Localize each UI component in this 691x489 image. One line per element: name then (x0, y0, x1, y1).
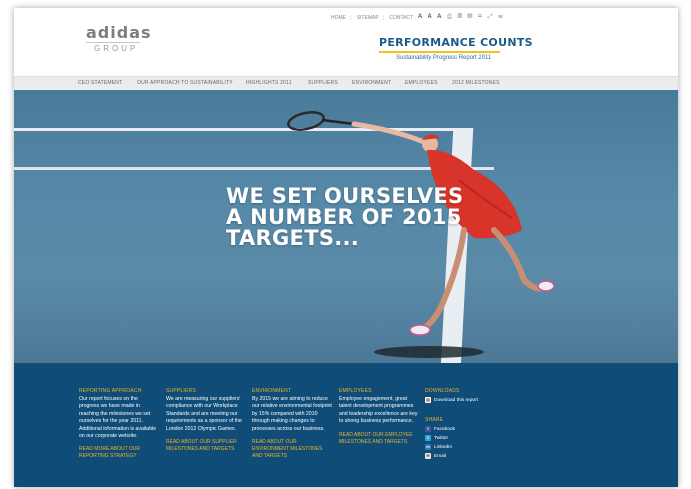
share-label: Twitter (434, 435, 449, 441)
menu-item-ceo-statement[interactable]: CEO STATEMENT (78, 80, 122, 86)
column-heading: EMPLOYEES (339, 388, 372, 394)
pdf-icon: ▤ (425, 397, 431, 403)
menu-item-2012-milestones[interactable]: 2012 MILESTONES (452, 80, 500, 86)
menu-item-our-approach[interactable]: OUR APPROACH TO SUSTAINABILITY (137, 80, 233, 86)
top-link-sitemap[interactable]: SITEMAP (357, 15, 379, 21)
menu-item-employees[interactable]: EMPLOYEES (405, 80, 438, 86)
hero-line-3: TARGETS... (226, 226, 360, 250)
title-underline (379, 51, 500, 53)
share-label: LinkedIn (434, 444, 453, 450)
column-text: By 2015 we are aiming to reduce our rela… (252, 396, 332, 432)
download-label: Download this report (434, 397, 478, 403)
share-label: Facebook (434, 426, 456, 432)
column-link[interactable]: READ ABOUT OUR EMPLOYEE MILESTONES AND T… (339, 432, 419, 446)
hero-line-2: A NUMBER OF 2015 (226, 205, 462, 229)
column-link[interactable]: READ ABOUT OUR SUPPLIER MILESTONES AND T… (166, 439, 246, 453)
menu-item-suppliers[interactable]: SUPPLIERS (308, 80, 338, 86)
download-report-link[interactable]: ▤ Download this report (425, 397, 505, 403)
email-icon: ✉ (425, 453, 431, 459)
adidas-logo[interactable]: adidas (86, 23, 152, 42)
logo-divider (86, 42, 140, 43)
top-nav: HOME | SITEMAP | CONTACT (331, 15, 414, 21)
column-text: We are measuring our suppliers' complian… (166, 396, 242, 432)
downloads-heading: DOWNLOADS (425, 388, 460, 394)
column-link[interactable]: READ MORE ABOUT OUR REPORTING STRATEGY (79, 446, 159, 460)
twitter-icon: t (425, 435, 431, 441)
page-subtitle: Sustainability Progress Report 2011 (396, 55, 492, 61)
column-text: Our report focuses on the progress we ha… (79, 396, 156, 440)
footer-column-environment: ENVIRONMENT By 2015 we are aiming to red… (252, 388, 332, 460)
column-text: Employee engagement, great talent develo… (339, 396, 418, 425)
share-linkedin[interactable]: in LinkedIn (425, 444, 505, 450)
page-title: PERFORMANCE COUNTS (379, 36, 533, 49)
share-label: Email (434, 453, 446, 459)
share-twitter[interactable]: t Twitter (425, 435, 505, 441)
top-link-home[interactable]: HOME (331, 15, 346, 21)
font-size-controls[interactable]: A A A (418, 14, 443, 20)
hero-headline: WE SET OURSELVES A NUMBER OF 2015 TARGET… (226, 186, 463, 249)
footer-panel: REPORTING APPROACH Our report focuses on… (14, 363, 678, 487)
page-tools-icons[interactable]: ⎙ ▤ ▥ ✉ ⤢ ☰ (447, 14, 505, 21)
share-email[interactable]: ✉ Email (425, 453, 505, 459)
menu-item-environment[interactable]: ENVIRONMENT (352, 80, 391, 86)
hero-banner: WE SET OURSELVES A NUMBER OF 2015 TARGET… (14, 90, 678, 363)
column-link[interactable]: READ ABOUT OUR ENVIRONMENT MILESTONES AN… (252, 439, 332, 460)
footer-column-suppliers: SUPPLIERS We are measuring our suppliers… (166, 388, 246, 453)
linkedin-icon: in (425, 444, 431, 450)
logo-group-label: GROUP (94, 44, 139, 53)
menu-item-highlights-2011[interactable]: HIGHLIGHTS 2011 (246, 80, 292, 86)
footer-column-reporting: REPORTING APPROACH Our report focuses on… (79, 388, 159, 460)
footer-column-employees: EMPLOYEES Employee engagement, great tal… (339, 388, 419, 446)
facebook-icon: f (425, 426, 431, 432)
top-link-contact[interactable]: CONTACT (389, 15, 413, 21)
footer-column-downloads: DOWNLOADS ▤ Download this report SHARE f… (425, 388, 505, 459)
hero-line-1: WE SET OURSELVES (226, 184, 464, 208)
column-heading: ENVIRONMENT (252, 388, 292, 394)
share-facebook[interactable]: f Facebook (425, 426, 505, 432)
main-menu: CEO STATEMENT OUR APPROACH TO SUSTAINABI… (14, 76, 678, 91)
share-heading: SHARE (425, 417, 444, 423)
column-heading: SUPPLIERS (166, 388, 196, 394)
site-header: adidas GROUP HOME | SITEMAP | CONTACT A A … (14, 8, 678, 76)
browser-page: adidas GROUP HOME | SITEMAP | CONTACT A A … (14, 8, 678, 487)
column-heading: REPORTING APPROACH (79, 388, 142, 394)
